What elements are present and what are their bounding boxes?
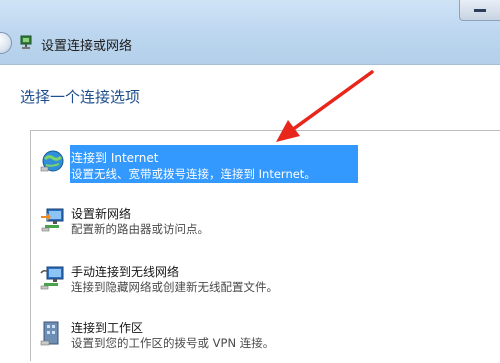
page-heading: 选择一个连接选项 xyxy=(20,88,141,106)
title-bar: 设置连接或网络 xyxy=(0,0,500,65)
option-manual-wireless[interactable]: 手动连接到无线网络 连接到隐藏网络或创建新无线配置文件。 xyxy=(31,257,500,307)
option-connect-internet[interactable]: 连接到 Internet 设置无线、宽带或拨号连接，连接到 Internet。 xyxy=(31,131,500,183)
option-label: 设置新网络 xyxy=(71,207,132,221)
window-title: 设置连接或网络 xyxy=(41,39,133,54)
minimize-button[interactable] xyxy=(459,0,500,21)
connection-options-list: 连接到 Internet 设置无线、宽带或拨号连接，连接到 Internet。 … xyxy=(30,130,500,361)
globe-network-icon xyxy=(40,150,64,172)
minimize-icon xyxy=(474,9,486,12)
workplace-icon xyxy=(40,321,59,346)
option-connect-workplace[interactable]: 连接到工作区 设置到您的工作区的拨号或 VPN 连接。 xyxy=(31,313,500,363)
option-setup-new-network[interactable]: 设置新网络 配置新的路由器或访问点。 xyxy=(31,199,500,249)
option-description: 设置无线、宽带或拨号连接，连接到 Internet。 xyxy=(71,167,316,181)
option-description: 配置新的路由器或访问点。 xyxy=(71,222,209,236)
back-button[interactable] xyxy=(0,32,12,54)
wireless-network-icon xyxy=(40,266,64,290)
option-label: 连接到 Internet xyxy=(71,151,159,165)
option-label: 手动连接到无线网络 xyxy=(71,265,180,279)
new-network-icon xyxy=(41,208,64,232)
option-description: 连接到隐藏网络或创建新无线配置文件。 xyxy=(71,280,278,294)
option-description: 设置到您的工作区的拨号或 VPN 连接。 xyxy=(71,336,275,350)
network-setup-icon xyxy=(20,35,32,49)
option-label: 连接到工作区 xyxy=(71,321,144,335)
